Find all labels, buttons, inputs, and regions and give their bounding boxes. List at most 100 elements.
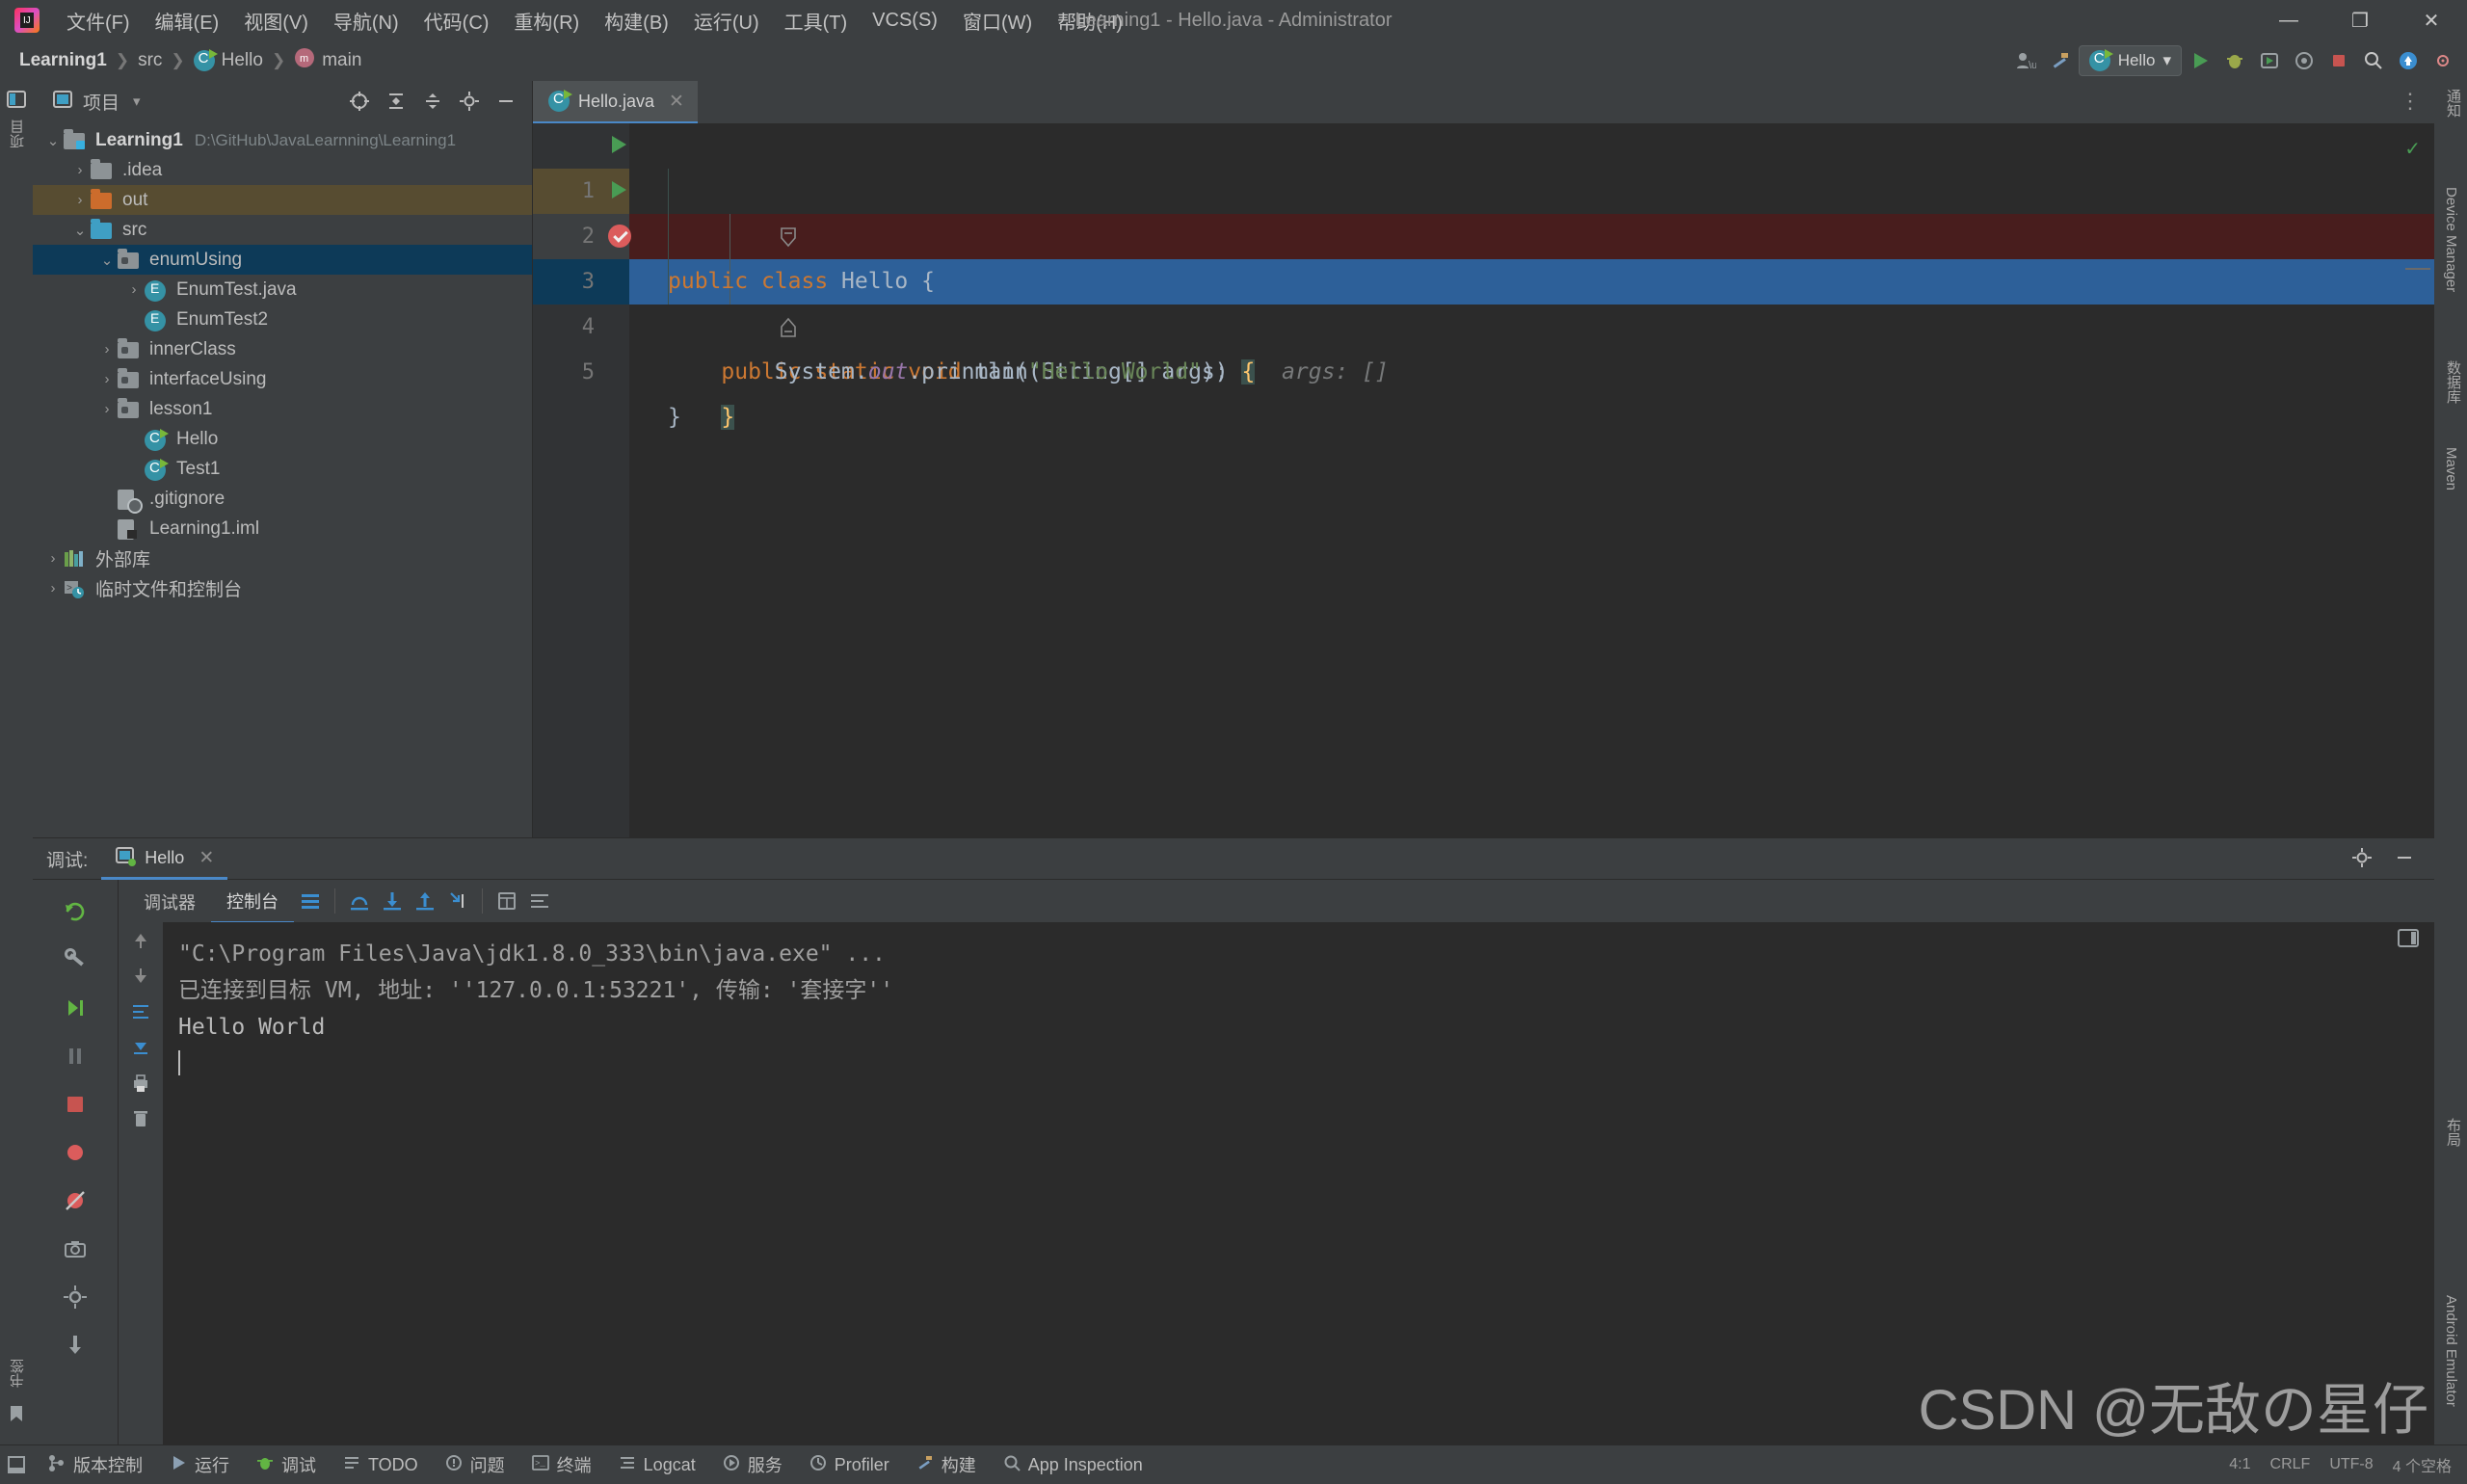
maximize-button[interactable]: ❐ (2324, 0, 2396, 40)
indent-setting[interactable]: 4 个空格 (2393, 1453, 2452, 1476)
collapse-all-icon[interactable] (416, 85, 449, 118)
status-item-profiler[interactable]: Profiler (796, 1445, 903, 1484)
menu-view[interactable]: 视图(V) (231, 3, 321, 39)
tree-item-enumtest-java[interactable]: › EnumTest.java (33, 275, 532, 305)
menu-code[interactable]: 代码(C) (411, 3, 502, 39)
menu-window[interactable]: 窗口(W) (950, 3, 1045, 39)
tree-item-gitignore[interactable]: .gitignore (33, 484, 532, 514)
right-stripe-device-manager-label[interactable]: Device Manager (2443, 187, 2459, 292)
expand-all-icon[interactable] (380, 85, 412, 118)
minimize-button[interactable]: — (2253, 0, 2324, 40)
resume-program-icon[interactable] (33, 984, 118, 1032)
show-execution-point-icon[interactable] (294, 885, 327, 917)
tree-item-test1[interactable]: Test1 (33, 454, 532, 484)
settings-gear-icon[interactable] (2427, 44, 2459, 77)
chevron-down-icon[interactable]: ⌄ (96, 252, 118, 269)
soft-wrap-icon[interactable] (523, 885, 556, 917)
caret-position[interactable]: 4:1 (2229, 1456, 2250, 1473)
status-item-logcat[interactable]: Logcat (605, 1445, 709, 1484)
settings-gear-icon[interactable] (453, 85, 486, 118)
status-item-services[interactable]: 服务 (709, 1445, 796, 1484)
pin-icon[interactable] (33, 1321, 118, 1369)
wrench-icon[interactable] (33, 936, 118, 984)
view-breakpoints-icon[interactable] (33, 1177, 118, 1225)
tree-item-external-libraries[interactable]: › 外部库 (33, 543, 532, 573)
tree-item-enumtest2[interactable]: EnumTest2 (33, 305, 532, 334)
locate-icon[interactable] (343, 85, 376, 118)
menu-run[interactable]: 运行(U) (681, 3, 772, 39)
down-arrow-icon[interactable] (130, 966, 151, 992)
file-encoding[interactable]: UTF-8 (2329, 1456, 2373, 1473)
status-item-run[interactable]: 运行 (156, 1445, 243, 1484)
pause-program-icon[interactable] (33, 1032, 118, 1080)
settings-gear-icon[interactable] (33, 1273, 118, 1321)
right-stripe-maven-label[interactable]: Maven (2443, 447, 2459, 490)
chevron-down-icon[interactable]: ▾ (133, 93, 141, 110)
right-stripe-database-label[interactable]: 数据库 (2443, 360, 2463, 404)
tree-item-out[interactable]: › out (33, 185, 532, 215)
status-item-build[interactable]: 构建 (903, 1445, 990, 1484)
right-stripe-layout-label[interactable]: 布局 (2443, 1118, 2463, 1147)
run-gutter-icon[interactable] (612, 181, 626, 199)
right-stripe-android-emulator-label[interactable]: Android Emulator (2443, 1295, 2459, 1407)
tree-item-hello[interactable]: Hello (33, 424, 532, 454)
scroll-to-end-icon[interactable] (130, 1037, 151, 1063)
step-into-icon[interactable] (376, 885, 409, 917)
hide-panel-icon[interactable] (490, 85, 522, 118)
tree-item-iml[interactable]: Learning1.iml (33, 514, 532, 543)
menu-edit[interactable]: 编辑(E) (143, 3, 232, 39)
chevron-right-icon[interactable]: › (96, 401, 118, 417)
debug-session-tab[interactable]: Hello ✕ (101, 838, 228, 880)
chevron-right-icon[interactable]: › (96, 341, 118, 358)
user-settings-icon[interactable]: \u25be (2009, 44, 2042, 77)
search-icon[interactable] (2357, 44, 2390, 77)
chevron-right-icon[interactable]: › (69, 192, 91, 208)
status-item-problems[interactable]: 问题 (432, 1445, 518, 1484)
right-stripe-notifications-label[interactable]: 通知 (2443, 89, 2463, 118)
breadcrumb-src[interactable]: src (132, 48, 168, 73)
up-arrow-icon[interactable] (130, 930, 151, 956)
editor-tab-hello-java[interactable]: Hello.java ✕ (533, 81, 698, 124)
chevron-right-icon[interactable]: › (42, 550, 64, 567)
project-tool-window-icon[interactable] (6, 89, 27, 110)
run-gutter-icon[interactable] (612, 136, 626, 153)
left-stripe-project-label[interactable]: 项目 (8, 119, 28, 148)
menu-navigate[interactable]: 导航(N) (321, 3, 411, 39)
tree-item-scratches-and-consoles[interactable]: › >_ 临时文件和控制台 (33, 573, 532, 603)
close-icon[interactable]: ✕ (669, 91, 684, 113)
step-over-icon[interactable] (343, 885, 376, 917)
tree-item-interfaceusing[interactable]: › interfaceUsing (33, 364, 532, 394)
camera-icon[interactable] (33, 1225, 118, 1273)
tab-debugger[interactable]: 调试器 (128, 880, 211, 922)
more-options-icon[interactable]: ⋮ (2400, 89, 2421, 114)
chevron-right-icon[interactable]: › (96, 371, 118, 387)
stop-icon[interactable] (2322, 44, 2355, 77)
tree-item-src[interactable]: ⌄ src (33, 215, 532, 245)
menu-tools[interactable]: 工具(T) (772, 3, 861, 39)
menu-refactor[interactable]: 重构(R) (501, 3, 592, 39)
status-item-debug[interactable]: 调试 (243, 1445, 330, 1484)
print-icon[interactable] (130, 1073, 151, 1099)
close-icon[interactable]: ✕ (199, 847, 214, 869)
tree-item-enumusing[interactable]: ⌄ enumUsing (33, 245, 532, 275)
soft-wrap-icon[interactable] (130, 1001, 151, 1027)
status-item-version-control[interactable]: 版本控制 (33, 1445, 156, 1484)
breakpoint-hit-icon[interactable] (608, 225, 631, 248)
tab-console[interactable]: 控制台 (211, 879, 294, 924)
menu-file[interactable]: 文件(F) (54, 3, 143, 39)
stop-icon[interactable] (33, 1080, 118, 1128)
step-out-icon[interactable] (409, 885, 441, 917)
evaluate-expression-icon[interactable] (491, 885, 523, 917)
profiler-icon[interactable] (2288, 44, 2321, 77)
menu-help[interactable]: 帮助(H) (1045, 3, 1135, 39)
mute-breakpoints-icon[interactable] (33, 1128, 118, 1177)
chevron-right-icon[interactable]: › (42, 580, 64, 596)
chevron-down-icon[interactable]: ⌄ (69, 222, 91, 239)
chevron-right-icon[interactable]: › (69, 162, 91, 178)
rerun-icon[interactable] (33, 888, 118, 936)
breadcrumb-class[interactable]: Hello (188, 48, 269, 73)
chevron-down-icon[interactable]: ⌄ (42, 132, 64, 149)
status-item-todo[interactable]: TODO (330, 1445, 432, 1484)
run-with-coverage-icon[interactable] (2253, 44, 2286, 77)
restore-layout-icon[interactable] (2396, 926, 2421, 956)
